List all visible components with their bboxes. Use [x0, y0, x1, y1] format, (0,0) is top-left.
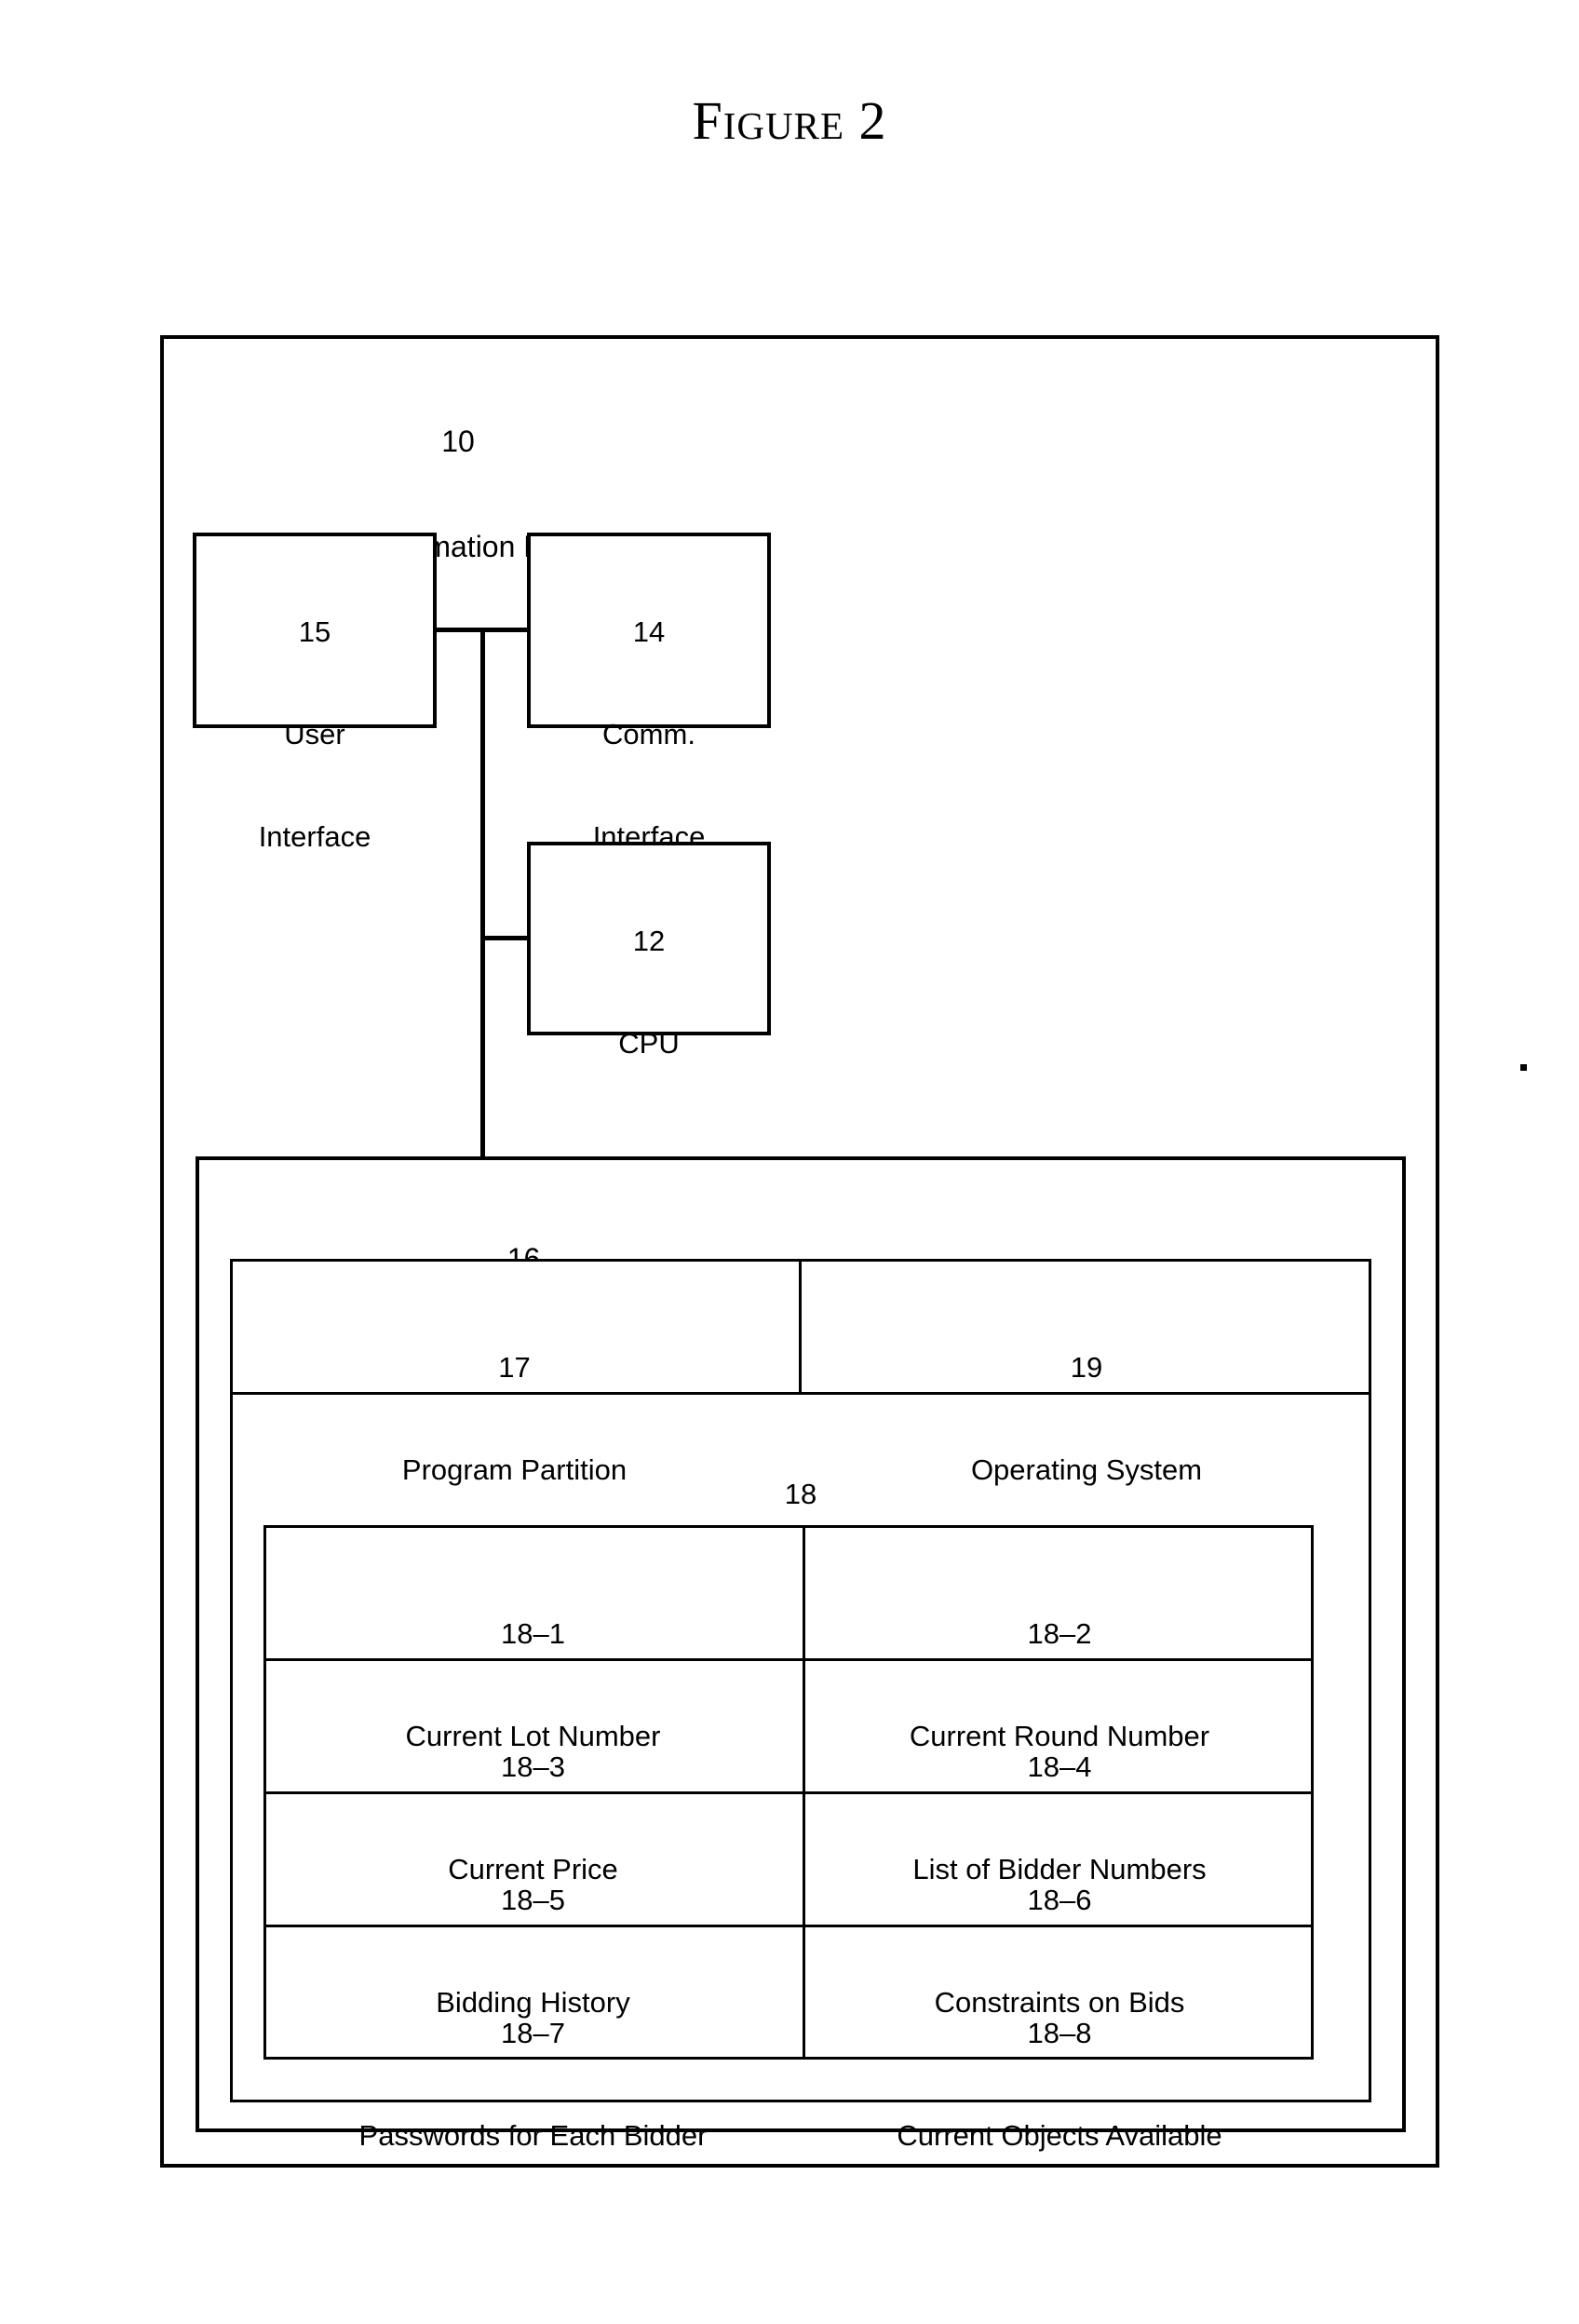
- figure-page: Figure 2 10 Bidding Information Processo…: [0, 0, 1579, 2324]
- data-cell-18-2-ref: 18–2: [1027, 1617, 1092, 1651]
- data-partition-ref: 18: [784, 1478, 817, 1511]
- program-partition-ref: 17: [498, 1351, 531, 1385]
- data-cell-18-8-ref: 18–8: [1027, 2017, 1092, 2050]
- figure-title: Figure 2: [692, 90, 887, 151]
- scan-artifact-speck: [1520, 1064, 1527, 1071]
- user-interface-name-line2: Interface: [258, 819, 371, 853]
- user-interface-ref: 15: [298, 615, 331, 649]
- comm-interface-name-line1: Comm.: [602, 717, 695, 750]
- data-cell-18-4-ref: 18–4: [1027, 1750, 1092, 1784]
- cpu-ref: 12: [632, 925, 666, 958]
- data-cell-18-1-ref: 18–1: [501, 1617, 565, 1651]
- data-cell-18-5-ref: 18–5: [501, 1884, 565, 1917]
- data-cell-18-7-ref: 18–7: [501, 2017, 565, 2050]
- data-cell-18-8: 18–8 Current Objects Available: [805, 1949, 1314, 2222]
- user-interface-name-line1: User: [284, 717, 345, 750]
- data-cell-18-8-name: Current Objects Available: [897, 2118, 1222, 2152]
- comm-interface-ref: 14: [632, 615, 666, 649]
- cpu-name: CPU: [618, 1026, 680, 1060]
- user-interface-label: 15 User Interface: [193, 547, 437, 922]
- operating-system-ref: 19: [1070, 1351, 1103, 1385]
- bus-cpu-stub: [480, 936, 531, 940]
- cpu-label: 12 CPU: [527, 857, 771, 1129]
- data-cell-18-3-ref: 18–3: [501, 1750, 565, 1784]
- data-cell-18-7: 18–7 Passwords for Each Bidder: [263, 1949, 803, 2222]
- data-cell-18-7-name: Passwords for Each Bidder: [358, 2118, 708, 2152]
- outer-box-ref: 10: [441, 424, 475, 458]
- data-cell-18-6-ref: 18–6: [1027, 1884, 1092, 1917]
- bus-vertical-trunk: [480, 628, 485, 1160]
